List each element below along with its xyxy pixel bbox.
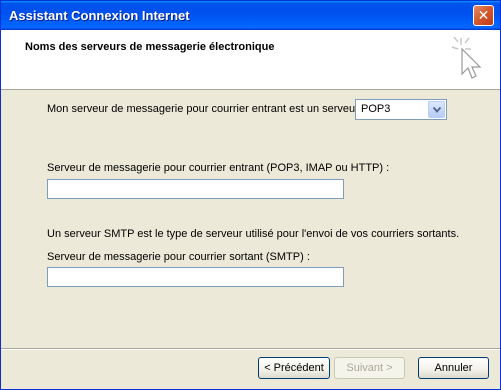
outgoing-server-label: Serveur de messagerie pour courrier sort… [47,251,310,263]
back-button[interactable]: < Précédent [258,357,330,379]
smtp-info-text: Un serveur SMTP est le type de serveur u… [47,228,460,240]
close-icon: ✕ [477,7,490,23]
incoming-type-select[interactable]: POP3 [355,99,447,120]
outgoing-server-input[interactable] [47,267,344,287]
incoming-type-label: Mon serveur de messagerie pour courrier … [47,103,359,115]
wizard-window: Assistant Connexion Internet ✕ Noms des … [0,0,501,390]
dropdown-button[interactable] [428,101,445,118]
cancel-button[interactable]: Annuler [418,357,489,379]
incoming-server-label: Serveur de messagerie pour courrier entr… [47,162,390,174]
incoming-server-input[interactable] [47,179,344,199]
title-bar[interactable]: Assistant Connexion Internet ✕ [1,1,500,30]
close-button[interactable]: ✕ [473,5,494,26]
window-title: Assistant Connexion Internet [9,8,190,23]
footer-separator [1,348,500,350]
page-title: Noms des serveurs de messagerie électron… [25,41,275,53]
wizard-body [1,90,500,348]
incoming-type-value: POP3 [361,103,391,115]
wizard-header: Noms des serveurs de messagerie électron… [1,30,500,90]
next-button[interactable]: Suivant > [334,357,405,379]
wizard-wand-icon [451,36,482,79]
chevron-down-icon [433,107,441,113]
